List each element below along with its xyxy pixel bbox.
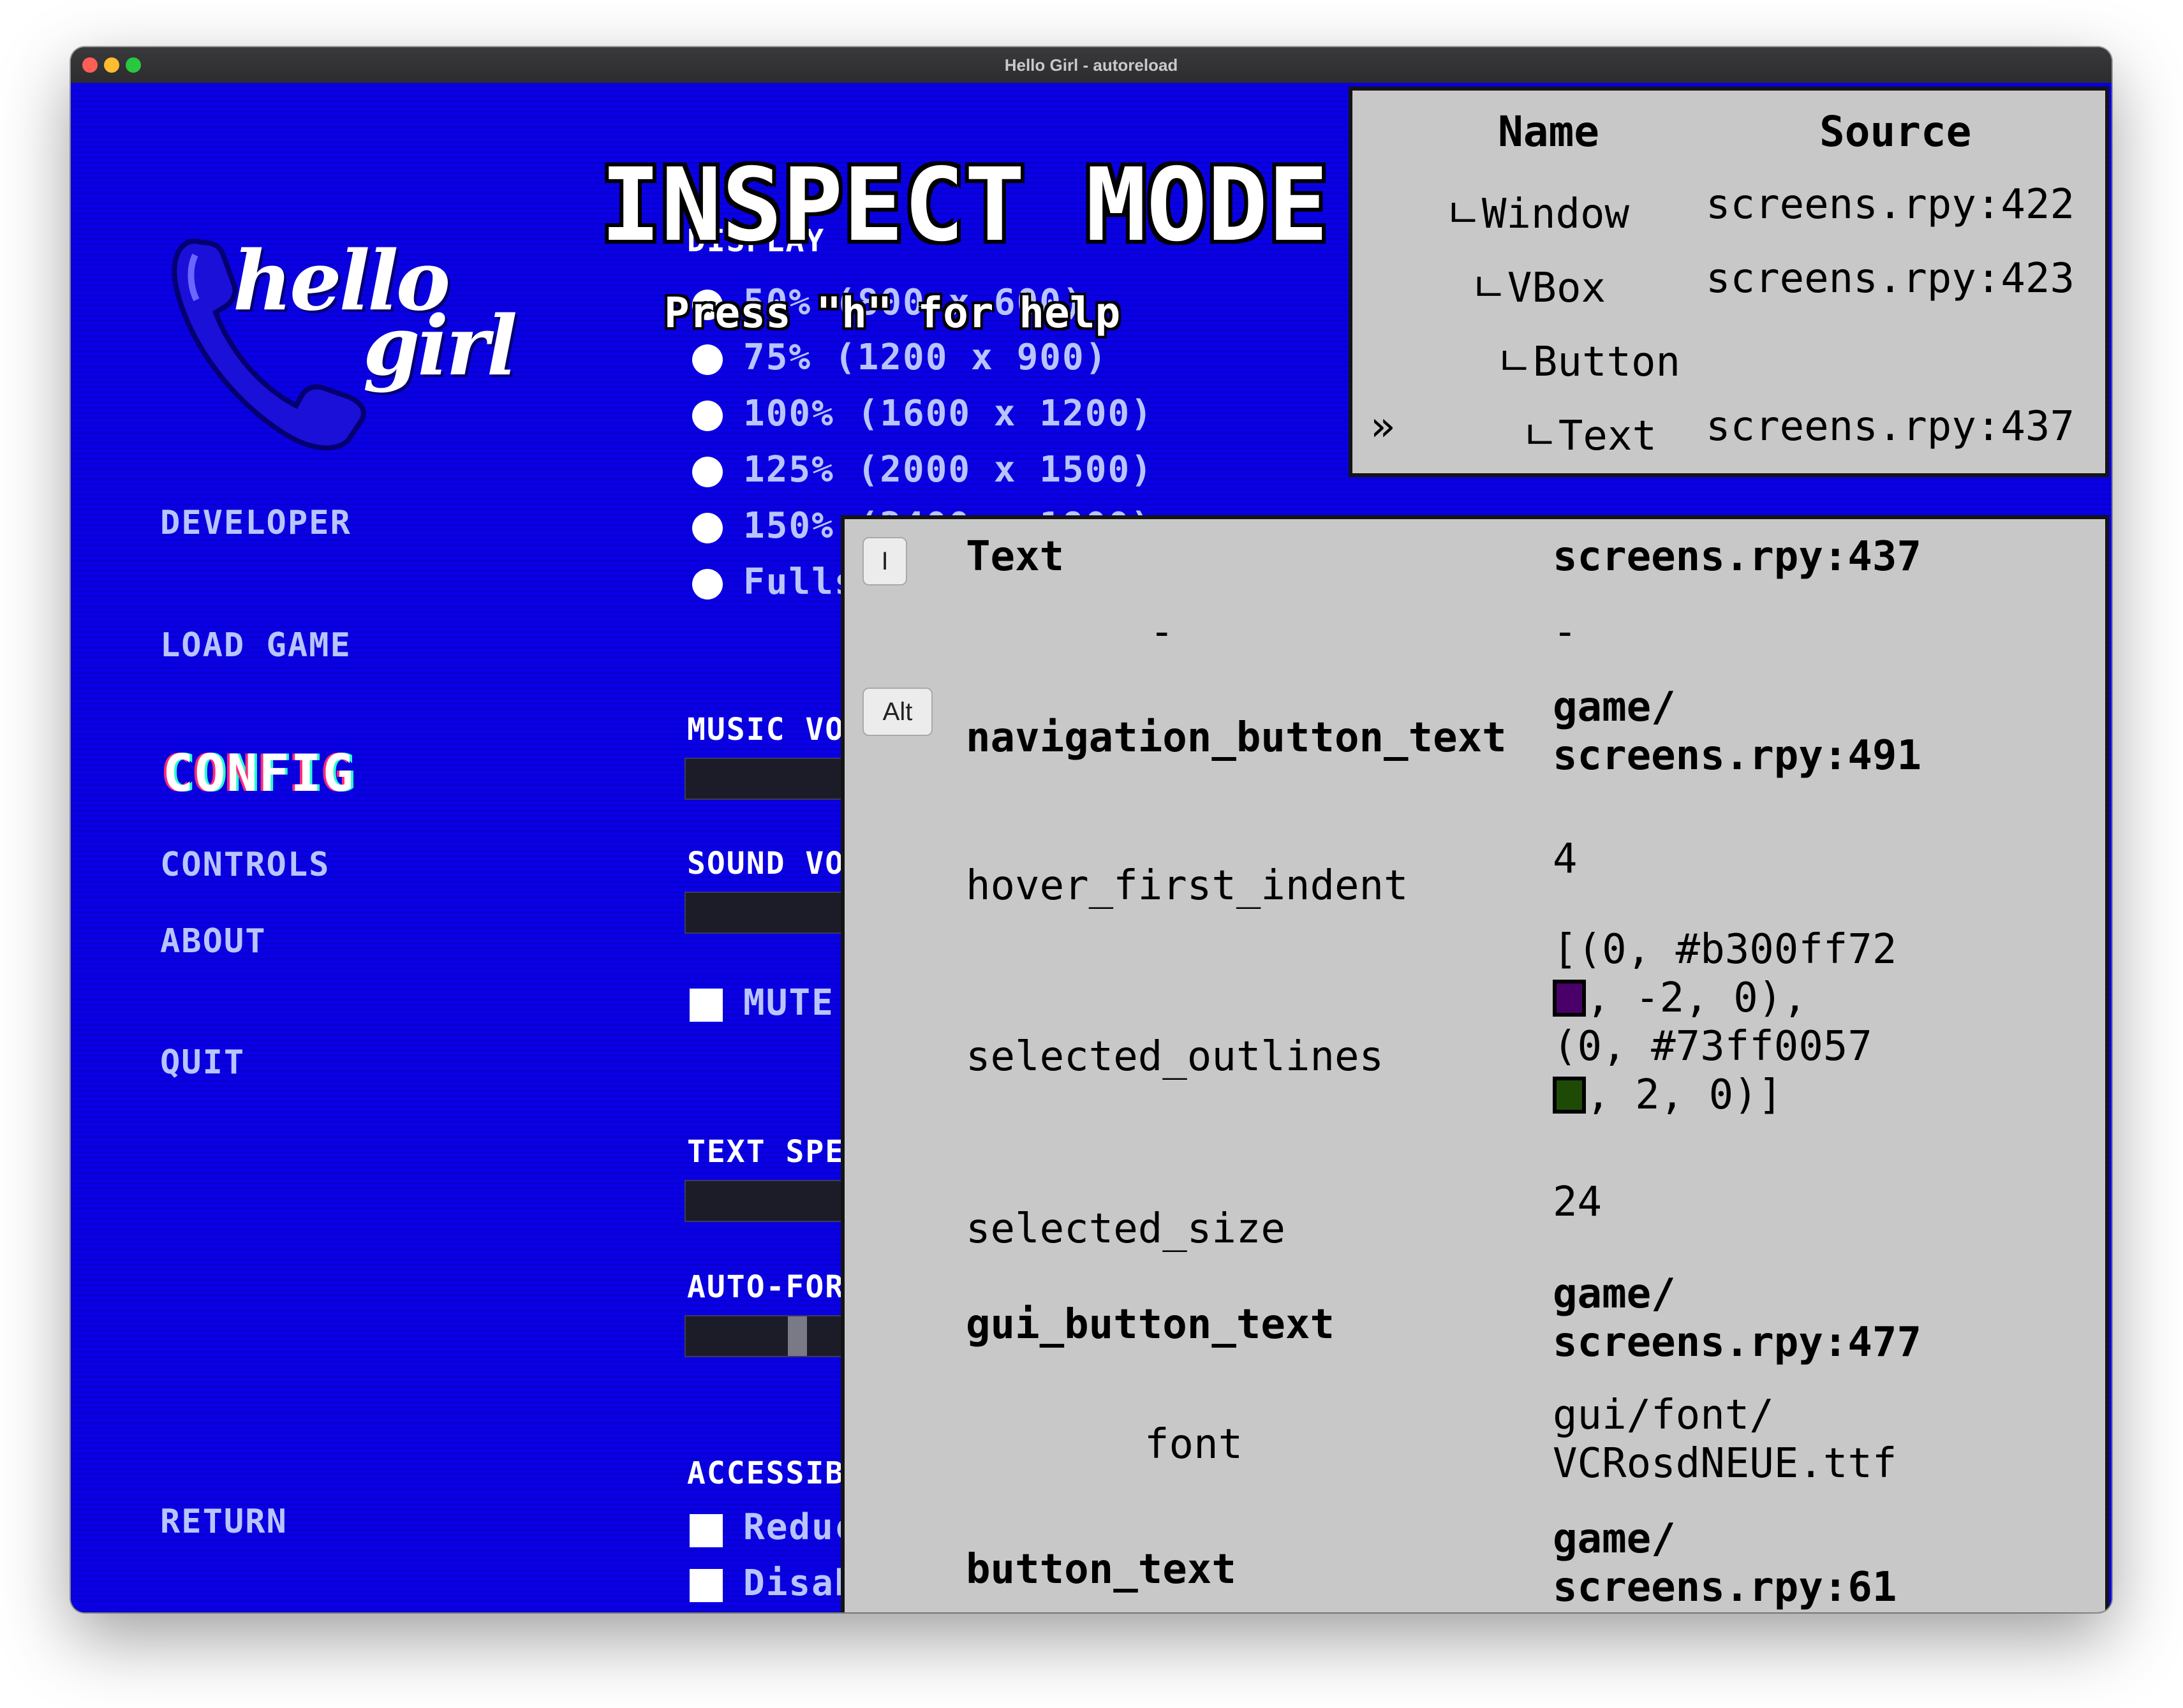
nav-load-game[interactable]: LOAD GAME (160, 626, 352, 665)
prop-selected-size-value: 24 (1553, 1179, 1602, 1226)
prop-selected-outlines-line2: , -2, 0), (1586, 975, 1807, 1022)
style-gui-button-text[interactable]: gui_button_text (966, 1301, 1335, 1348)
style-navigation-button-text-source-2: screens.rpy:491 (1553, 732, 1921, 779)
logo-text-girl: girl (363, 298, 517, 394)
tree-row-selected-marker: » (1370, 403, 1395, 450)
prop-selected-size-name: selected_size (966, 1205, 1285, 1253)
prop-font-name: font (1144, 1421, 1243, 1468)
style-navigation-button-text[interactable]: navigation_button_text (966, 714, 1507, 762)
prop-selected-outlines-line4: , 2, 0)] (1586, 1071, 1783, 1119)
mute-label[interactable]: MUTE (743, 982, 834, 1024)
detail-dash-right: - (1553, 608, 1578, 656)
color-swatch-purple (1553, 980, 1586, 1017)
inspector-detail-panel: I Text screens.rpy:437 - - Alt navigatio… (841, 515, 2109, 1612)
display-radio-fullscreen[interactable] (692, 569, 723, 600)
disable-pause-checkbox[interactable] (690, 1569, 723, 1602)
prop-hover-first-indent-name: hover_first_indent (966, 862, 1409, 909)
game-canvas: hello girl DEVELOPER LOAD GAME CONFIG CO… (71, 83, 2112, 1612)
style-navigation-button-text-source-1: game/ (1553, 684, 1676, 731)
display-radio-75[interactable] (692, 344, 723, 375)
prop-font-value-2: VCRosdNEUE.ttf (1553, 1440, 1897, 1487)
style-button-text[interactable]: button_text (966, 1546, 1236, 1593)
nav-quit[interactable]: QUIT (160, 1043, 245, 1082)
display-option-75[interactable]: 75% (1200 x 900) (743, 337, 1107, 378)
display-option-100[interactable]: 100% (1600 x 1200) (743, 393, 1153, 434)
prop-selected-outlines-name: selected_outlines (966, 1033, 1384, 1080)
tree-header-name: Name (1498, 107, 1599, 156)
detail-header-source: screens.rpy:437 (1553, 533, 1921, 580)
nav-about[interactable]: ABOUT (160, 922, 267, 961)
display-radio-150[interactable] (692, 513, 723, 543)
tree-row-text-source[interactable]: screens.rpy:437 (1706, 403, 2075, 450)
prop-selected-outlines-line4-wrap: , 2, 0)] (1553, 1071, 1782, 1119)
tree-row-button-name[interactable]: ㄴButton (1495, 329, 1680, 388)
key-alt-button[interactable]: Alt (862, 688, 933, 736)
disable-pause-label[interactable]: Disable pause (743, 1561, 901, 1612)
style-button-text-source-2: screens.rpy:61 (1553, 1564, 1897, 1611)
detail-header-name: Text (966, 533, 1065, 580)
prop-selected-outlines-line3: (0, #73ff0057 (1553, 1023, 1872, 1070)
display-radio-125[interactable] (692, 457, 723, 487)
style-gui-button-text-source-2: screens.rpy:477 (1553, 1319, 1921, 1366)
mute-checkbox[interactable] (690, 989, 723, 1022)
tree-header-source: Source (1819, 107, 1972, 156)
tree-row-window-source[interactable]: screens.rpy:422 (1706, 181, 2075, 228)
style-button-text-source-1: game/ (1553, 1515, 1676, 1563)
nav-config[interactable]: CONFIG (163, 744, 355, 803)
reduce-checkbox[interactable] (690, 1514, 723, 1547)
key-i-button[interactable]: I (862, 537, 907, 585)
tree-row-window-name[interactable]: ㄴWindow (1444, 181, 1629, 240)
title-bar: Hello Girl - autoreload (71, 47, 2112, 84)
auto-forward-thumb[interactable] (788, 1316, 807, 1356)
tree-row-vbox-name[interactable]: ㄴVBox (1470, 255, 1606, 314)
prop-selected-outlines-line2-wrap: , -2, 0), (1553, 975, 1807, 1022)
inspect-mode-help: Press "h" for help (664, 288, 1121, 337)
nav-controls[interactable]: CONTROLS (160, 846, 330, 884)
window-title: Hello Girl - autoreload (1004, 55, 1178, 75)
detail-dash-left: - (1150, 608, 1174, 656)
nav-return[interactable]: RETURN (160, 1503, 288, 1541)
prop-font-value-1: gui/font/ (1553, 1392, 1774, 1439)
nav-developer[interactable]: DEVELOPER (160, 504, 352, 542)
app-window: Hello Girl - autoreload hello girl DEVEL… (71, 47, 2112, 1612)
prop-hover-first-indent-value: 4 (1553, 836, 1578, 883)
color-swatch-green (1553, 1077, 1586, 1114)
tree-row-text-name[interactable]: ㄴText (1521, 403, 1657, 462)
inspect-mode-title: INSPECT MODE ( (600, 147, 1450, 264)
prop-selected-outlines-line1: [(0, #b300ff72 (1553, 926, 1897, 973)
display-option-125[interactable]: 125% (2000 x 1500) (743, 449, 1153, 490)
style-gui-button-text-source-1: game/ (1553, 1270, 1676, 1318)
tree-row-vbox-source[interactable]: screens.rpy:423 (1706, 255, 2075, 302)
inspector-tree-panel: Name Source ㄴWindow screens.rpy:422 ㄴVBo… (1349, 87, 2109, 477)
display-radio-100[interactable] (692, 401, 723, 431)
